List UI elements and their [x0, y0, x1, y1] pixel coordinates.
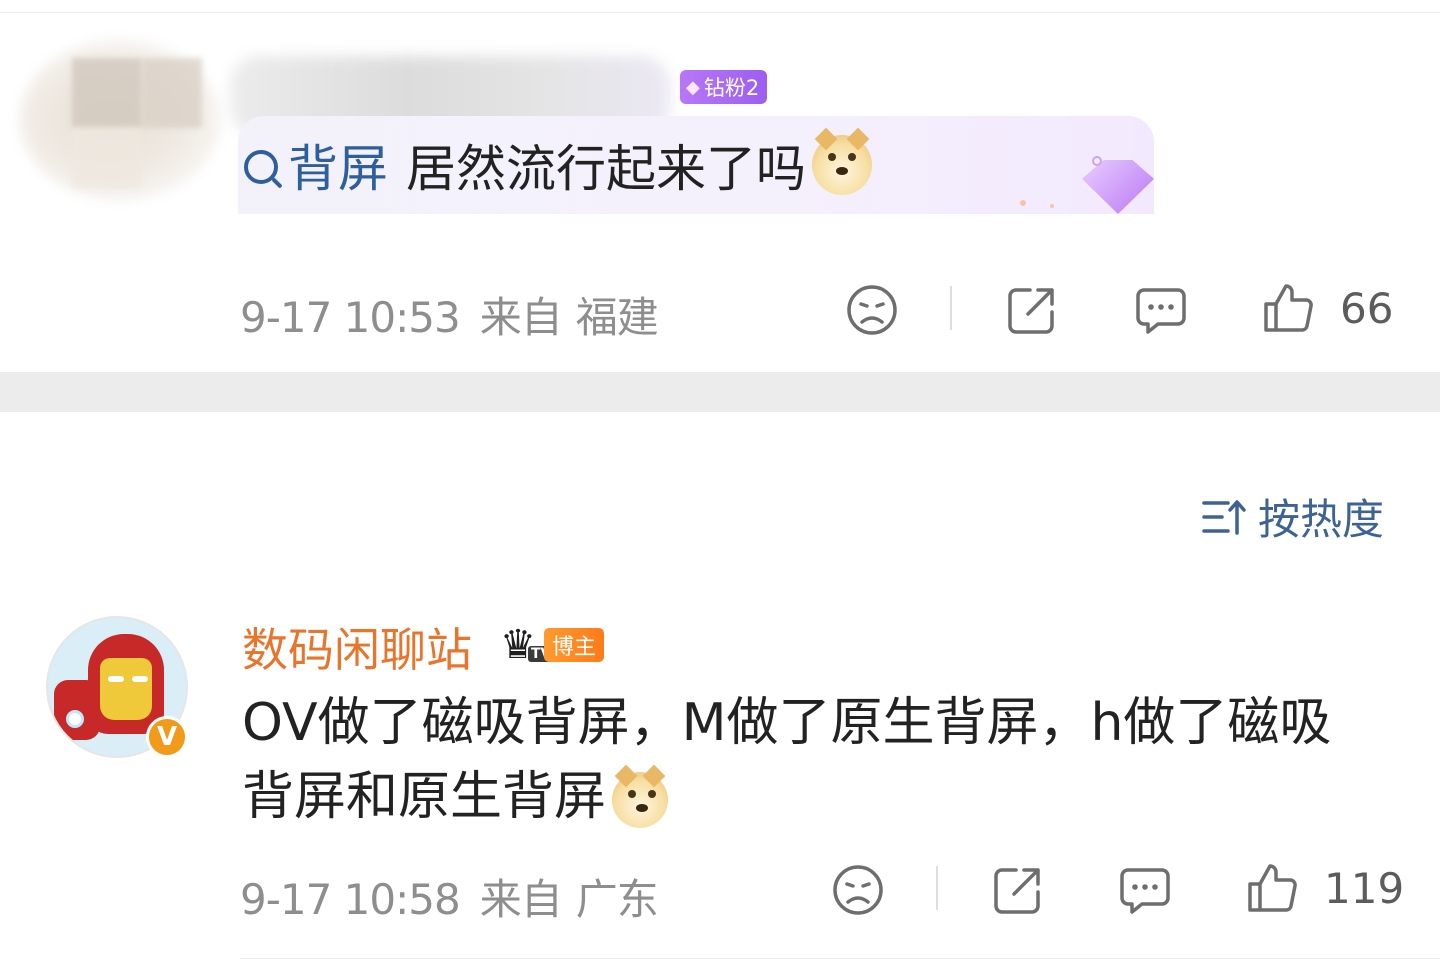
search-icon: [244, 150, 278, 184]
comment-text: OV做了磁吸背屏，M做了原生背屏，h做了磁吸背屏和原生背屏: [242, 686, 1372, 834]
decoration-dot: [1050, 204, 1054, 208]
section-divider: [0, 372, 1440, 412]
like-button[interactable]: 66: [1262, 282, 1393, 334]
comment-body: OV做了磁吸背屏，M做了原生背屏，h做了磁吸背屏和原生背屏: [242, 693, 1332, 827]
like-count: 66: [1340, 283, 1394, 333]
doge-emoji-icon: [612, 764, 669, 828]
comment-text: 背屏 居然流行起来了吗: [244, 127, 872, 198]
thumbs-up-icon: [1264, 284, 1313, 332]
comment-meta: 9-17 10:53 来自 福建: [240, 284, 659, 345]
avatar-blur-tile: [72, 58, 142, 128]
dislike-button[interactable]: [832, 864, 884, 916]
source-prefix: 来自: [479, 293, 563, 342]
comment-button[interactable]: [1134, 284, 1188, 336]
comment-meta: 9-17 10:58 来自 广东: [240, 866, 659, 927]
sad-face-icon: [847, 285, 897, 335]
comment-icon: [1136, 288, 1186, 334]
decoration-dot: [1092, 156, 1102, 166]
topic-link[interactable]: 背屏: [244, 129, 388, 201]
like-count: 119: [1324, 863, 1405, 913]
username[interactable]: 数码闲聊站: [242, 614, 472, 680]
thumbs-up-icon: [1248, 864, 1297, 912]
diamond-icon: ◆: [686, 76, 700, 98]
avatar-blur-tile: [142, 58, 202, 128]
blogger-badge[interactable]: 博主: [544, 628, 605, 662]
comment-icon: [1120, 868, 1170, 914]
avatar-blur-tile: [72, 128, 142, 188]
timestamp: 9-17 10:53: [240, 293, 461, 342]
sad-face-icon: [833, 865, 883, 915]
location: 广东: [575, 875, 659, 924]
fan-level-badge[interactable]: ◆ 钻粉2: [680, 70, 768, 104]
sort-by-hot-button[interactable]: 按热度: [1202, 486, 1384, 547]
avatar-art: [66, 710, 84, 728]
verified-badge-icon: V: [146, 716, 188, 758]
share-icon: [994, 868, 1040, 914]
share-button[interactable]: [992, 864, 1044, 916]
avatar-art: [100, 658, 152, 720]
source-prefix: 来自: [479, 875, 563, 924]
doge-emoji-icon: [812, 127, 872, 195]
location: 福建: [575, 293, 659, 342]
bottom-divider: [240, 958, 1440, 959]
timestamp: 9-17 10:58: [240, 875, 461, 924]
sort-label: 按热度: [1257, 495, 1384, 544]
avatar-art: [108, 676, 124, 682]
avatar-art: [132, 676, 148, 682]
share-icon: [1008, 288, 1054, 334]
fan-badge-label: 钻粉2: [703, 76, 760, 100]
action-separator: [950, 286, 952, 330]
dislike-button[interactable]: [846, 284, 898, 336]
decoration-dot: [1020, 200, 1026, 206]
like-button[interactable]: 119: [1246, 862, 1404, 914]
topic-label: 背屏: [288, 140, 388, 198]
action-separator: [936, 866, 938, 910]
top-divider: [0, 12, 1440, 13]
comment-button[interactable]: [1118, 864, 1172, 916]
comment-body: 居然流行起来了吗: [406, 140, 806, 198]
sort-icon: [1202, 499, 1246, 535]
share-button[interactable]: [1006, 284, 1058, 336]
